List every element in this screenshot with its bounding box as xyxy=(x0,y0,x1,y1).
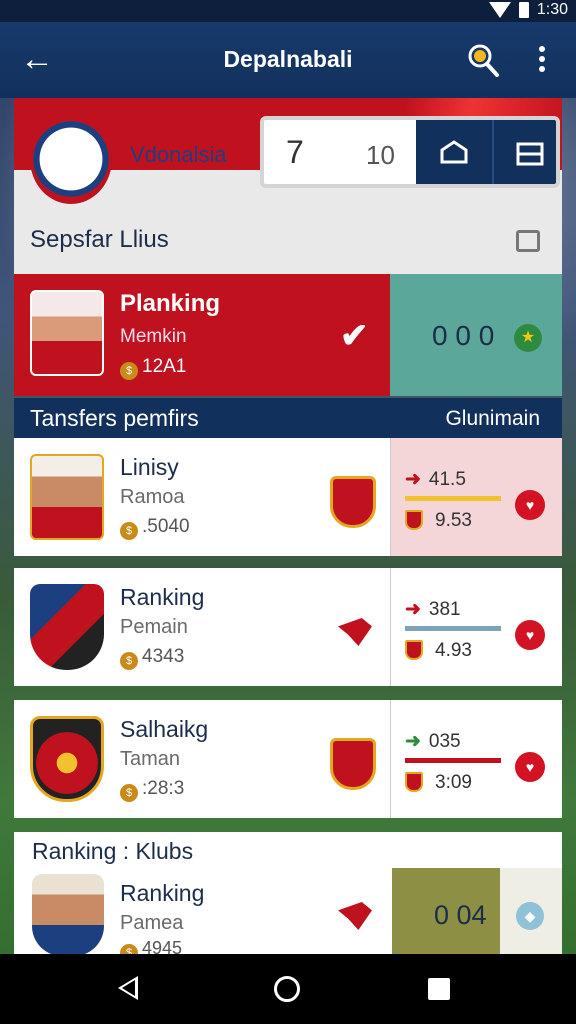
club-shield-icon xyxy=(30,584,104,670)
player-portrait xyxy=(32,874,104,956)
mini-crest-icon xyxy=(405,772,423,792)
player-name: Ranking xyxy=(120,880,205,906)
info-icon[interactable]: ◆ xyxy=(516,902,544,930)
score-right: 10 xyxy=(366,140,395,170)
club-header-card: Vdonalsia 7 10 Sepsfar Llius xyxy=(14,98,562,274)
ranking-heading: Ranking : Klubs xyxy=(32,838,194,864)
stat-bar xyxy=(405,496,501,501)
bookmark-icon[interactable] xyxy=(516,230,540,252)
trend-arrow-icon: ➜ xyxy=(405,469,421,490)
mini-crest-icon xyxy=(405,510,423,530)
status-time: 1:30 xyxy=(536,1,568,18)
coin-icon: $ xyxy=(120,522,138,540)
player-portrait xyxy=(30,454,104,540)
stat-secondary: 4.93 xyxy=(405,640,472,662)
player-name: Salhaikg xyxy=(120,716,209,742)
score-left: 7 xyxy=(286,134,304,170)
player-name: Ranking xyxy=(120,584,205,610)
player-role: Taman xyxy=(120,748,181,770)
featured-score: 0 0 0 xyxy=(432,320,495,351)
stat-bar xyxy=(405,758,501,763)
wifi-icon xyxy=(488,2,511,18)
status-bar: 1:30 xyxy=(0,0,576,22)
stats-cell: ➜ 035 3:09 ♥ xyxy=(390,700,562,818)
ranking-score: 0 04 xyxy=(434,900,487,930)
home-icon xyxy=(440,140,468,164)
club-crest-icon xyxy=(330,738,376,790)
nav-home-icon[interactable] xyxy=(274,976,300,1002)
trend-arrow-icon: ➜ xyxy=(405,599,421,620)
flag-icon xyxy=(338,902,372,930)
score-box: 7 10 xyxy=(260,116,560,188)
featured-player-value: $12A1 xyxy=(120,356,186,380)
player-value: $4343 xyxy=(120,646,184,670)
player-portrait xyxy=(30,290,104,376)
stat-primary: ➜ 41.5 xyxy=(405,469,466,490)
list-item[interactable]: Salhaikg Taman $:28:3 ➜ 035 3:09 ♥ xyxy=(14,700,562,818)
search-icon[interactable] xyxy=(466,42,500,78)
stat-secondary: 9.53 xyxy=(405,510,472,532)
featured-player-card[interactable]: Planking Memkin $12A1 ✔ 0 0 0 ★ xyxy=(14,274,562,396)
player-role: Pamea xyxy=(120,912,184,934)
club-name: Vdonalsia xyxy=(130,142,227,167)
player-role: Pemain xyxy=(120,616,188,638)
stat-primary: ➜ 035 xyxy=(405,731,461,752)
more-vert-icon[interactable] xyxy=(534,46,550,76)
transfers-title: Tansfers pemfirs xyxy=(30,405,199,431)
home-button[interactable] xyxy=(416,120,492,184)
stats-cell: ➜ 41.5 9.53 ♥ xyxy=(390,438,562,556)
player-name: Linisy xyxy=(120,454,179,480)
ranking-clubs-card[interactable]: Ranking : Klubs Ranking Pamea $4945 0 04… xyxy=(14,832,562,962)
club-crest-icon xyxy=(330,476,376,528)
coin-icon: $ xyxy=(120,784,138,802)
transfers-header: Tansfers pemfirs Glunimain xyxy=(14,398,562,438)
club-badge-icon xyxy=(30,114,112,204)
nav-back-icon[interactable] xyxy=(118,976,138,1000)
favorite-icon[interactable]: ♥ xyxy=(515,620,545,650)
list-icon xyxy=(516,142,544,166)
list-item[interactable]: Linisy Ramoa $ .5040 ➜ 41.5 9.53 ♥ xyxy=(14,438,562,556)
check-icon[interactable]: ✔ xyxy=(340,316,369,356)
featured-player-name: Planking xyxy=(120,290,221,317)
list-item[interactable]: Ranking Pemain $4343 ➜ 381 4.93 ♥ xyxy=(14,568,562,686)
nav-recents-icon[interactable] xyxy=(428,978,450,1000)
mini-crest-icon xyxy=(405,640,423,660)
player-value: $:28:3 xyxy=(120,778,184,802)
section-title: Sepsfar Llius xyxy=(30,226,169,253)
player-value: $ .5040 xyxy=(120,516,190,540)
club-crest-icon xyxy=(30,716,104,802)
app-bar: ← Depalnabali xyxy=(0,22,576,98)
stat-primary: ➜ 381 xyxy=(405,599,461,620)
stats-cell: ➜ 381 4.93 ♥ xyxy=(390,568,562,686)
coin-icon: $ xyxy=(120,362,138,380)
player-role: Ramoa xyxy=(120,486,185,508)
system-nav-bar xyxy=(0,954,576,1024)
trend-arrow-icon: ➜ xyxy=(405,731,421,752)
favorite-icon[interactable]: ♥ xyxy=(515,752,545,782)
star-icon[interactable]: ★ xyxy=(514,324,542,352)
transfers-right-label[interactable]: Glunimain xyxy=(445,407,540,431)
stat-secondary: 3:09 xyxy=(405,772,472,794)
battery-icon xyxy=(518,2,529,18)
coin-icon: $ xyxy=(120,652,138,670)
stat-bar xyxy=(405,626,501,631)
featured-player-role: Memkin xyxy=(120,326,187,347)
flag-icon xyxy=(338,618,372,646)
menu-button[interactable] xyxy=(492,120,556,184)
favorite-icon[interactable]: ♥ xyxy=(515,490,545,520)
